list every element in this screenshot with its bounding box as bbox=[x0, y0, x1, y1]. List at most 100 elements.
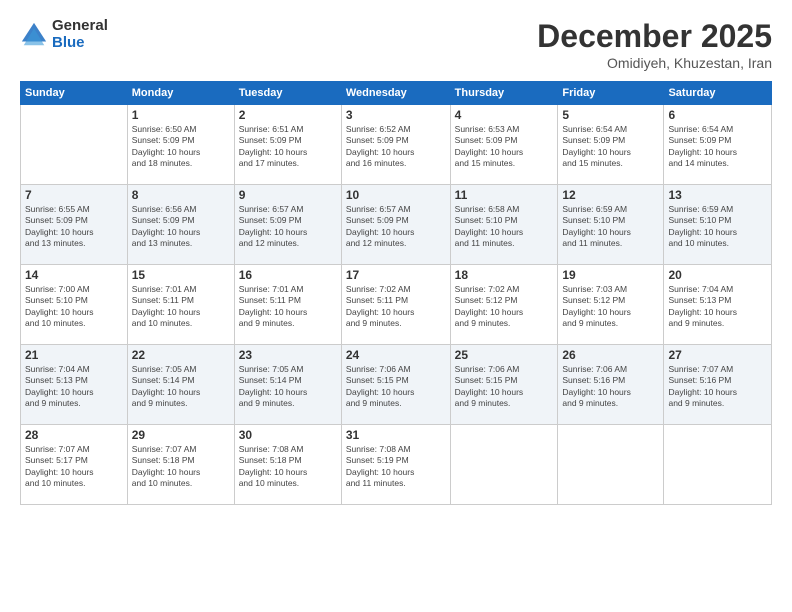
calendar-week-row: 14 Sunrise: 7:00 AM Sunset: 5:10 PM Dayli… bbox=[21, 265, 772, 345]
day-info: Sunrise: 7:04 AM Sunset: 5:13 PM Dayligh… bbox=[25, 364, 123, 410]
day-number: 20 bbox=[668, 268, 767, 282]
day-number: 11 bbox=[455, 188, 554, 202]
table-row: 22 Sunrise: 7:05 AM Sunset: 5:14 PM Dayli… bbox=[127, 345, 234, 425]
day-info: Sunrise: 7:06 AM Sunset: 5:16 PM Dayligh… bbox=[562, 364, 659, 410]
day-info: Sunrise: 6:57 AM Sunset: 5:09 PM Dayligh… bbox=[239, 204, 337, 250]
day-number: 6 bbox=[668, 108, 767, 122]
table-row: 8 Sunrise: 6:56 AM Sunset: 5:09 PM Daylig… bbox=[127, 185, 234, 265]
table-row: 17Sunrise: 7:02 AM Sunset: 5:11 PM Dayli… bbox=[341, 265, 450, 345]
day-info: Sunrise: 6:54 AM Sunset: 5:09 PM Dayligh… bbox=[668, 124, 767, 170]
table-row bbox=[21, 105, 128, 185]
table-row: 12Sunrise: 6:59 AM Sunset: 5:10 PM Dayli… bbox=[558, 185, 664, 265]
location-subtitle: Omidiyeh, Khuzestan, Iran bbox=[537, 55, 772, 71]
title-block: December 2025 Omidiyeh, Khuzestan, Iran bbox=[537, 18, 772, 71]
day-info: Sunrise: 7:08 AM Sunset: 5:19 PM Dayligh… bbox=[346, 444, 446, 490]
table-row: 24 Sunrise: 7:06 AM Sunset: 5:15 PM Dayli… bbox=[341, 345, 450, 425]
day-info: Sunrise: 7:07 AM Sunset: 5:18 PM Dayligh… bbox=[132, 444, 230, 490]
table-row: 26 Sunrise: 7:06 AM Sunset: 5:16 PM Dayli… bbox=[558, 345, 664, 425]
table-row: 14 Sunrise: 7:00 AM Sunset: 5:10 PM Dayli… bbox=[21, 265, 128, 345]
day-info: Sunrise: 7:05 AM Sunset: 5:14 PM Dayligh… bbox=[239, 364, 337, 410]
day-number: 28 bbox=[25, 428, 123, 442]
day-number: 22 bbox=[132, 348, 230, 362]
table-row: 16 Sunrise: 7:01 AM Sunset: 5:11 PM Dayli… bbox=[234, 265, 341, 345]
table-row: 2Sunrise: 6:51 AM Sunset: 5:09 PM Daylig… bbox=[234, 105, 341, 185]
day-number: 25 bbox=[455, 348, 554, 362]
table-row bbox=[450, 425, 558, 505]
day-info: Sunrise: 7:01 AM Sunset: 5:11 PM Dayligh… bbox=[132, 284, 230, 330]
table-row: 21 Sunrise: 7:04 AM Sunset: 5:13 PM Dayli… bbox=[21, 345, 128, 425]
table-row: 5 Sunrise: 6:54 AM Sunset: 5:09 PM Daylig… bbox=[558, 105, 664, 185]
day-number: 8 bbox=[132, 188, 230, 202]
table-row bbox=[664, 425, 772, 505]
day-info: Sunrise: 7:02 AM Sunset: 5:12 PM Dayligh… bbox=[455, 284, 554, 330]
logo-general-text: General bbox=[52, 18, 108, 35]
calendar-week-row: 7Sunrise: 6:55 AM Sunset: 5:09 PM Daylig… bbox=[21, 185, 772, 265]
logo-icon bbox=[20, 21, 48, 49]
day-number: 12 bbox=[562, 188, 659, 202]
day-number: 21 bbox=[25, 348, 123, 362]
header: General Blue December 2025 Omidiyeh, Khu… bbox=[20, 18, 772, 71]
day-number: 1 bbox=[132, 108, 230, 122]
table-row: 1 Sunrise: 6:50 AM Sunset: 5:09 PM Daylig… bbox=[127, 105, 234, 185]
day-number: 13 bbox=[668, 188, 767, 202]
table-row: 19 Sunrise: 7:03 AM Sunset: 5:12 PM Dayli… bbox=[558, 265, 664, 345]
day-info: Sunrise: 7:00 AM Sunset: 5:10 PM Dayligh… bbox=[25, 284, 123, 330]
day-info: Sunrise: 6:52 AM Sunset: 5:09 PM Dayligh… bbox=[346, 124, 446, 170]
day-info: Sunrise: 6:50 AM Sunset: 5:09 PM Dayligh… bbox=[132, 124, 230, 170]
table-row: 3 Sunrise: 6:52 AM Sunset: 5:09 PM Daylig… bbox=[341, 105, 450, 185]
header-friday: Friday bbox=[558, 82, 664, 105]
table-row: 4 Sunrise: 6:53 AM Sunset: 5:09 PM Daylig… bbox=[450, 105, 558, 185]
day-number: 19 bbox=[562, 268, 659, 282]
day-number: 16 bbox=[239, 268, 337, 282]
day-info: Sunrise: 7:04 AM Sunset: 5:13 PM Dayligh… bbox=[668, 284, 767, 330]
day-info: Sunrise: 6:55 AM Sunset: 5:09 PM Dayligh… bbox=[25, 204, 123, 250]
table-row: 25 Sunrise: 7:06 AM Sunset: 5:15 PM Dayli… bbox=[450, 345, 558, 425]
day-info: Sunrise: 7:01 AM Sunset: 5:11 PM Dayligh… bbox=[239, 284, 337, 330]
calendar-header-row: Sunday Monday Tuesday Wednesday Thursday… bbox=[21, 82, 772, 105]
day-info: Sunrise: 6:53 AM Sunset: 5:09 PM Dayligh… bbox=[455, 124, 554, 170]
day-number: 5 bbox=[562, 108, 659, 122]
day-info: Sunrise: 7:08 AM Sunset: 5:18 PM Dayligh… bbox=[239, 444, 337, 490]
day-number: 31 bbox=[346, 428, 446, 442]
header-wednesday: Wednesday bbox=[341, 82, 450, 105]
day-number: 18 bbox=[455, 268, 554, 282]
day-number: 17 bbox=[346, 268, 446, 282]
day-info: Sunrise: 7:06 AM Sunset: 5:15 PM Dayligh… bbox=[455, 364, 554, 410]
day-number: 26 bbox=[562, 348, 659, 362]
calendar-table: Sunday Monday Tuesday Wednesday Thursday… bbox=[20, 81, 772, 505]
day-info: Sunrise: 6:58 AM Sunset: 5:10 PM Dayligh… bbox=[455, 204, 554, 250]
table-row: 18 Sunrise: 7:02 AM Sunset: 5:12 PM Dayli… bbox=[450, 265, 558, 345]
table-row: 7Sunrise: 6:55 AM Sunset: 5:09 PM Daylig… bbox=[21, 185, 128, 265]
day-info: Sunrise: 6:54 AM Sunset: 5:09 PM Dayligh… bbox=[562, 124, 659, 170]
day-number: 3 bbox=[346, 108, 446, 122]
day-info: Sunrise: 6:57 AM Sunset: 5:09 PM Dayligh… bbox=[346, 204, 446, 250]
calendar-week-row: 28 Sunrise: 7:07 AM Sunset: 5:17 PM Dayli… bbox=[21, 425, 772, 505]
day-info: Sunrise: 6:56 AM Sunset: 5:09 PM Dayligh… bbox=[132, 204, 230, 250]
day-number: 4 bbox=[455, 108, 554, 122]
day-info: Sunrise: 7:03 AM Sunset: 5:12 PM Dayligh… bbox=[562, 284, 659, 330]
day-number: 27 bbox=[668, 348, 767, 362]
table-row: 15Sunrise: 7:01 AM Sunset: 5:11 PM Dayli… bbox=[127, 265, 234, 345]
day-info: Sunrise: 7:07 AM Sunset: 5:16 PM Dayligh… bbox=[668, 364, 767, 410]
calendar-week-row: 1 Sunrise: 6:50 AM Sunset: 5:09 PM Daylig… bbox=[21, 105, 772, 185]
logo-blue-text: Blue bbox=[52, 35, 108, 52]
day-info: Sunrise: 7:05 AM Sunset: 5:14 PM Dayligh… bbox=[132, 364, 230, 410]
table-row: 31 Sunrise: 7:08 AM Sunset: 5:19 PM Dayli… bbox=[341, 425, 450, 505]
day-info: Sunrise: 7:07 AM Sunset: 5:17 PM Dayligh… bbox=[25, 444, 123, 490]
day-number: 14 bbox=[25, 268, 123, 282]
logo-text: General Blue bbox=[52, 18, 108, 51]
table-row: 23Sunrise: 7:05 AM Sunset: 5:14 PM Dayli… bbox=[234, 345, 341, 425]
table-row: 30Sunrise: 7:08 AM Sunset: 5:18 PM Dayli… bbox=[234, 425, 341, 505]
day-number: 9 bbox=[239, 188, 337, 202]
header-thursday: Thursday bbox=[450, 82, 558, 105]
header-monday: Monday bbox=[127, 82, 234, 105]
table-row: 27 Sunrise: 7:07 AM Sunset: 5:16 PM Dayli… bbox=[664, 345, 772, 425]
table-row: 29 Sunrise: 7:07 AM Sunset: 5:18 PM Dayli… bbox=[127, 425, 234, 505]
day-number: 29 bbox=[132, 428, 230, 442]
logo: General Blue bbox=[20, 18, 108, 51]
day-number: 24 bbox=[346, 348, 446, 362]
month-title: December 2025 bbox=[537, 18, 772, 55]
day-number: 10 bbox=[346, 188, 446, 202]
header-saturday: Saturday bbox=[664, 82, 772, 105]
day-info: Sunrise: 7:06 AM Sunset: 5:15 PM Dayligh… bbox=[346, 364, 446, 410]
